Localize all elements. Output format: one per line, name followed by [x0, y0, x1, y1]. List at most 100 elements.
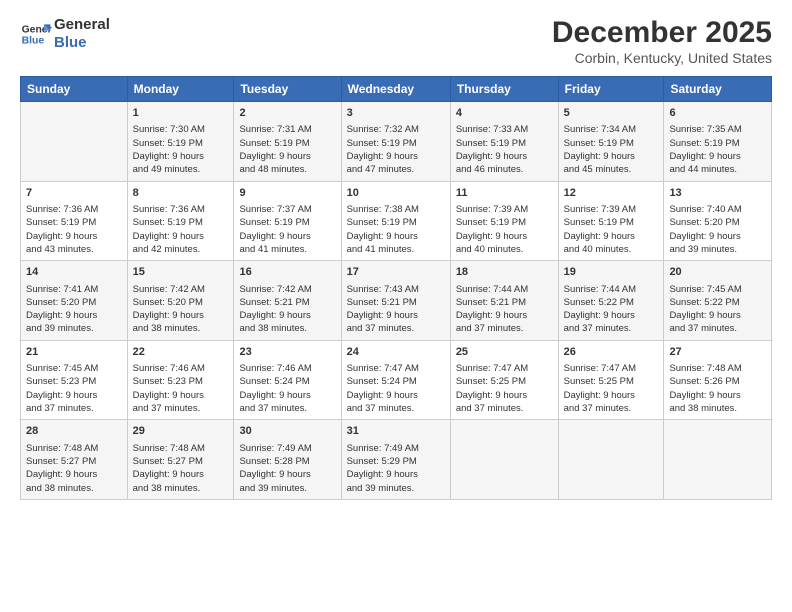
cell-text: Daylight: 9 hours: [456, 150, 553, 163]
cell-text: Sunrise: 7:42 AM: [239, 283, 335, 296]
day-number: 16: [239, 265, 335, 280]
day-number: 6: [669, 106, 766, 121]
cell-text: Sunset: 5:25 PM: [456, 375, 553, 388]
cell-text: Sunset: 5:19 PM: [133, 137, 229, 150]
cell-text: and 41 minutes.: [239, 243, 335, 256]
cell-text: Daylight: 9 hours: [239, 468, 335, 481]
calendar-table: Sunday Monday Tuesday Wednesday Thursday…: [20, 76, 772, 500]
cell-text: Sunset: 5:24 PM: [239, 375, 335, 388]
cell-text: and 37 minutes.: [564, 402, 659, 415]
cell-text: Sunrise: 7:47 AM: [347, 362, 445, 375]
col-thursday: Thursday: [450, 77, 558, 102]
cell-text: Sunset: 5:22 PM: [564, 296, 659, 309]
cell-text: Daylight: 9 hours: [133, 309, 229, 322]
page-container: General Blue General Blue December 2025 …: [0, 0, 792, 510]
calendar-cell: 1Sunrise: 7:30 AMSunset: 5:19 PMDaylight…: [127, 102, 234, 182]
cell-text: Daylight: 9 hours: [133, 150, 229, 163]
cell-text: Sunset: 5:19 PM: [133, 216, 229, 229]
cell-text: Sunrise: 7:49 AM: [347, 442, 445, 455]
cell-text: Sunrise: 7:45 AM: [26, 362, 122, 375]
cell-text: Sunrise: 7:37 AM: [239, 203, 335, 216]
cell-text: Daylight: 9 hours: [26, 230, 122, 243]
cell-text: Daylight: 9 hours: [239, 230, 335, 243]
calendar-cell: 11 Sunrise: 7:39 AMSunset: 5:19 PMDayligh…: [450, 181, 558, 261]
cell-text: Daylight: 9 hours: [564, 309, 659, 322]
cell-text: Daylight: 9 hours: [26, 468, 122, 481]
calendar-cell: 13Sunrise: 7:40 AMSunset: 5:20 PMDayligh…: [664, 181, 772, 261]
cell-text: Sunset: 5:27 PM: [133, 455, 229, 468]
col-wednesday: Wednesday: [341, 77, 450, 102]
logo-icon: General Blue: [20, 18, 52, 50]
title-section: December 2025 Corbin, Kentucky, United S…: [552, 16, 772, 66]
cell-text: Sunset: 5:27 PM: [26, 455, 122, 468]
cell-text: Sunset: 5:22 PM: [669, 296, 766, 309]
day-number: 14: [26, 265, 122, 280]
cell-text: Daylight: 9 hours: [26, 389, 122, 402]
calendar-cell: 2Sunrise: 7:31 AMSunset: 5:19 PMDaylight…: [234, 102, 341, 182]
cell-text: and 38 minutes.: [26, 482, 122, 495]
cell-text: Sunrise: 7:48 AM: [669, 362, 766, 375]
calendar-cell: [450, 420, 558, 500]
cell-text: Daylight: 9 hours: [133, 468, 229, 481]
calendar-header-row: Sunday Monday Tuesday Wednesday Thursday…: [21, 77, 772, 102]
cell-text: Sunrise: 7:34 AM: [564, 123, 659, 136]
cell-text: and 39 minutes.: [347, 482, 445, 495]
cell-text: Sunset: 5:23 PM: [26, 375, 122, 388]
cell-text: Daylight: 9 hours: [456, 230, 553, 243]
cell-text: and 37 minutes.: [347, 402, 445, 415]
cell-text: Sunset: 5:19 PM: [347, 137, 445, 150]
day-number: 10: [347, 186, 445, 201]
logo-general: General: [54, 16, 110, 34]
calendar-cell: 12Sunrise: 7:39 AMSunset: 5:19 PMDayligh…: [558, 181, 664, 261]
day-number: 19: [564, 265, 659, 280]
cell-text: Daylight: 9 hours: [456, 389, 553, 402]
cell-text: Sunrise: 7:32 AM: [347, 123, 445, 136]
calendar-cell: 31Sunrise: 7:49 AMSunset: 5:29 PMDayligh…: [341, 420, 450, 500]
calendar-cell: [558, 420, 664, 500]
day-number: 7: [26, 186, 122, 201]
cell-text: Sunset: 5:19 PM: [456, 137, 553, 150]
calendar-cell: [21, 102, 128, 182]
calendar-week-row: 21Sunrise: 7:45 AMSunset: 5:23 PMDayligh…: [21, 340, 772, 420]
day-number: 11: [456, 186, 553, 201]
cell-text: Sunset: 5:20 PM: [669, 216, 766, 229]
cell-text: Daylight: 9 hours: [669, 309, 766, 322]
day-number: 23: [239, 345, 335, 360]
cell-text: Sunset: 5:29 PM: [347, 455, 445, 468]
cell-text: and 37 minutes.: [133, 402, 229, 415]
cell-text: Daylight: 9 hours: [669, 389, 766, 402]
cell-text: and 37 minutes.: [239, 402, 335, 415]
day-number: 20: [669, 265, 766, 280]
cell-text: Daylight: 9 hours: [669, 150, 766, 163]
cell-text: Sunrise: 7:39 AM: [456, 203, 553, 216]
day-number: 15: [133, 265, 229, 280]
cell-text: and 37 minutes.: [456, 322, 553, 335]
cell-text: Sunset: 5:19 PM: [669, 137, 766, 150]
cell-text: Daylight: 9 hours: [564, 230, 659, 243]
col-saturday: Saturday: [664, 77, 772, 102]
cell-text: Sunrise: 7:49 AM: [239, 442, 335, 455]
calendar-cell: 17Sunrise: 7:43 AMSunset: 5:21 PMDayligh…: [341, 261, 450, 341]
header: General Blue General Blue December 2025 …: [20, 16, 772, 66]
cell-text: Sunset: 5:19 PM: [564, 216, 659, 229]
cell-text: and 43 minutes.: [26, 243, 122, 256]
calendar-cell: [664, 420, 772, 500]
calendar-cell: 6Sunrise: 7:35 AMSunset: 5:19 PMDaylight…: [664, 102, 772, 182]
cell-text: Sunset: 5:19 PM: [456, 216, 553, 229]
cell-text: Sunrise: 7:43 AM: [347, 283, 445, 296]
col-sunday: Sunday: [21, 77, 128, 102]
calendar-cell: 24Sunrise: 7:47 AMSunset: 5:24 PMDayligh…: [341, 340, 450, 420]
cell-text: Sunrise: 7:36 AM: [26, 203, 122, 216]
cell-text: Sunrise: 7:33 AM: [456, 123, 553, 136]
calendar-week-row: 1Sunrise: 7:30 AMSunset: 5:19 PMDaylight…: [21, 102, 772, 182]
cell-text: Sunset: 5:23 PM: [133, 375, 229, 388]
cell-text: and 47 minutes.: [347, 163, 445, 176]
cell-text: Sunrise: 7:42 AM: [133, 283, 229, 296]
day-number: 8: [133, 186, 229, 201]
cell-text: and 45 minutes.: [564, 163, 659, 176]
day-number: 5: [564, 106, 659, 121]
cell-text: Daylight: 9 hours: [564, 150, 659, 163]
calendar-week-row: 14Sunrise: 7:41 AMSunset: 5:20 PMDayligh…: [21, 261, 772, 341]
calendar-cell: 30Sunrise: 7:49 AMSunset: 5:28 PMDayligh…: [234, 420, 341, 500]
cell-text: and 49 minutes.: [133, 163, 229, 176]
